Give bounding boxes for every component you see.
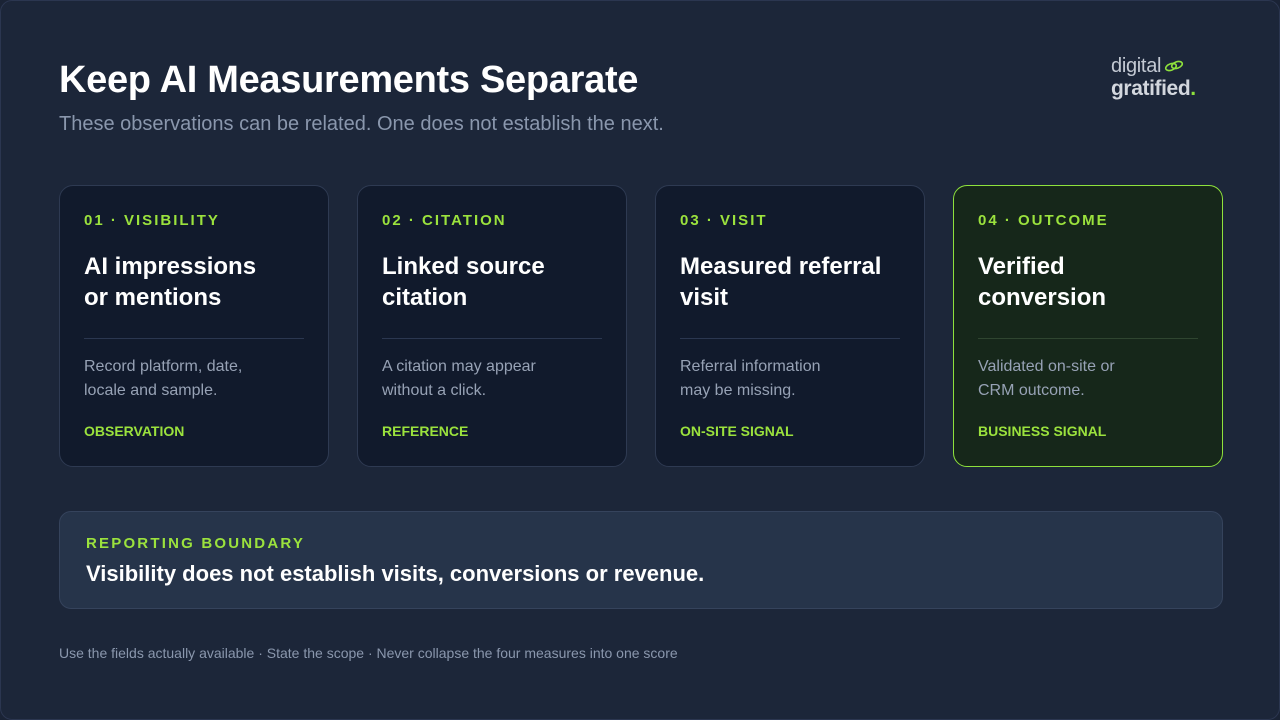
reporting-boundary-panel: REPORTING BOUNDARY Visibility does not e… xyxy=(59,511,1223,609)
card-description-line: locale and sample. xyxy=(84,382,218,399)
card-heading-line: Measured referral xyxy=(680,253,882,280)
card-description-line: CRM outcome. xyxy=(978,382,1085,399)
card-divider xyxy=(382,338,602,339)
card-tag: BUSINESS SIGNAL xyxy=(978,423,1107,439)
card-description-line: without a click. xyxy=(382,382,487,399)
card-divider xyxy=(680,338,900,339)
card-description-line: may be missing. xyxy=(680,382,796,399)
footer-note: Use the fields actually available · Stat… xyxy=(59,645,678,661)
boundary-label: REPORTING BOUNDARY xyxy=(86,535,306,552)
card-tag: ON-SITE SIGNAL xyxy=(680,423,794,439)
page-title: Keep AI Measurements Separate xyxy=(59,59,639,101)
card-heading-line: conversion xyxy=(978,284,1107,311)
card-heading-line: citation xyxy=(382,284,468,311)
measure-cards: 01 · VISIBILITY AI impressions or mentio… xyxy=(59,185,1223,467)
card-tag: REFERENCE xyxy=(382,423,469,439)
card-heading-line: Linked source xyxy=(382,253,545,280)
card-heading: Linked source citation xyxy=(382,251,602,313)
card-outcome: 04 · OUTCOME Verified conversion Validat… xyxy=(953,185,1223,467)
link-icon xyxy=(1165,60,1184,72)
card-description: A citation may appear without a click. xyxy=(382,355,602,403)
logo-word-1: digital xyxy=(1111,55,1162,77)
card-citation: 02 · CITATION Linked source citation A c… xyxy=(357,185,627,467)
logo-dot: . xyxy=(1190,77,1196,100)
card-description: Record platform, date, locale and sample… xyxy=(84,355,304,403)
brand-logo: digital gratified. xyxy=(1111,56,1221,99)
boundary-statement: Visibility does not establish visits, co… xyxy=(86,561,705,586)
card-heading: Verified conversion xyxy=(978,251,1198,313)
card-step: 03 · VISIT xyxy=(680,212,768,229)
page-subtitle: These observations can be related. One d… xyxy=(59,113,664,135)
card-divider xyxy=(978,338,1198,339)
card-heading-line: visit xyxy=(680,284,729,311)
card-heading: Measured referral visit xyxy=(680,251,900,313)
slide: Keep AI Measurements Separate These obse… xyxy=(0,0,1280,720)
card-description-line: A citation may appear xyxy=(382,358,536,375)
card-description-line: Referral information xyxy=(680,358,821,375)
card-heading-line: Verified xyxy=(978,253,1065,280)
card-tag: OBSERVATION xyxy=(84,423,185,439)
card-heading-line: or mentions xyxy=(84,284,222,311)
card-step: 02 · CITATION xyxy=(382,212,507,229)
card-heading-line: AI impressions xyxy=(84,253,257,280)
card-description-line: Record platform, date, xyxy=(84,358,243,375)
card-description: Validated on-site or CRM outcome. xyxy=(978,355,1198,403)
logo-word-2: gratified xyxy=(1111,77,1191,100)
card-divider xyxy=(84,338,304,339)
card-description: Referral information may be missing. xyxy=(680,355,900,403)
card-heading: AI impressions or mentions xyxy=(84,251,304,313)
card-visit: 03 · VISIT Measured referral visit Refer… xyxy=(655,185,925,467)
card-step: 01 · VISIBILITY xyxy=(84,212,220,229)
card-visibility: 01 · VISIBILITY AI impressions or mentio… xyxy=(59,185,329,467)
card-description-line: Validated on-site or xyxy=(978,358,1115,375)
card-step: 04 · OUTCOME xyxy=(978,212,1109,229)
